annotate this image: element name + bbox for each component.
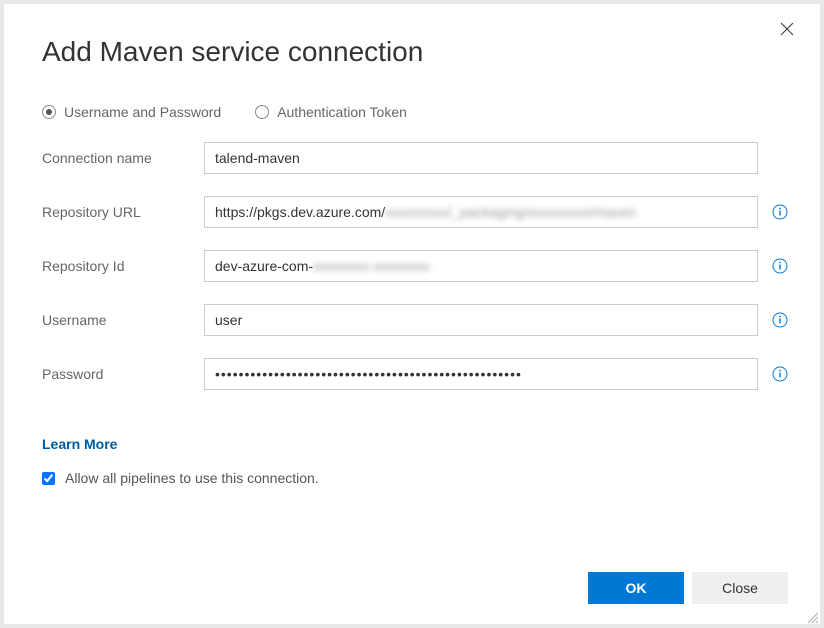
- radio-icon: [42, 105, 56, 119]
- repository-id-input[interactable]: dev-azure-com-xxxxxxxx-xxxxxxxx: [204, 250, 758, 282]
- dialog-title: Add Maven service connection: [42, 36, 788, 68]
- auth-method-radio-group: Username and Password Authentication Tok…: [42, 104, 788, 120]
- allow-all-pipelines-row: Allow all pipelines to use this connecti…: [42, 470, 788, 486]
- close-button[interactable]: [780, 22, 798, 40]
- connection-name-row: Connection name: [42, 142, 788, 174]
- repository-id-label: Repository Id: [42, 258, 204, 274]
- password-row: Password: [42, 358, 788, 390]
- info-icon[interactable]: [772, 258, 788, 274]
- username-row: Username: [42, 304, 788, 336]
- repository-url-input[interactable]: https://pkgs.dev.azure.com/xxxxxxxxx/_pa…: [204, 196, 758, 228]
- password-label: Password: [42, 366, 204, 382]
- close-icon: [780, 22, 794, 36]
- dialog-footer: OK Close: [42, 572, 788, 608]
- radio-username-password[interactable]: Username and Password: [42, 104, 221, 120]
- close-button-footer[interactable]: Close: [692, 572, 788, 604]
- password-input[interactable]: [204, 358, 758, 390]
- info-icon[interactable]: [772, 366, 788, 382]
- ok-button[interactable]: OK: [588, 572, 684, 604]
- radio-label: Authentication Token: [277, 104, 407, 120]
- connection-name-label: Connection name: [42, 150, 204, 166]
- radio-authentication-token[interactable]: Authentication Token: [255, 104, 407, 120]
- learn-more-link[interactable]: Learn More: [42, 436, 788, 452]
- allow-all-pipelines-checkbox[interactable]: [42, 472, 55, 485]
- radio-icon: [255, 105, 269, 119]
- resize-grip[interactable]: [806, 610, 818, 622]
- add-service-connection-dialog: Add Maven service connection Username an…: [4, 4, 820, 624]
- repository-url-row: Repository URL https://pkgs.dev.azure.co…: [42, 196, 788, 228]
- username-input[interactable]: [204, 304, 758, 336]
- info-icon[interactable]: [772, 312, 788, 328]
- repository-id-row: Repository Id dev-azure-com-xxxxxxxx-xxx…: [42, 250, 788, 282]
- connection-name-input[interactable]: [204, 142, 758, 174]
- username-label: Username: [42, 312, 204, 328]
- radio-label: Username and Password: [64, 104, 221, 120]
- info-icon[interactable]: [772, 204, 788, 220]
- repository-url-label: Repository URL: [42, 204, 204, 220]
- allow-all-pipelines-label: Allow all pipelines to use this connecti…: [65, 470, 319, 486]
